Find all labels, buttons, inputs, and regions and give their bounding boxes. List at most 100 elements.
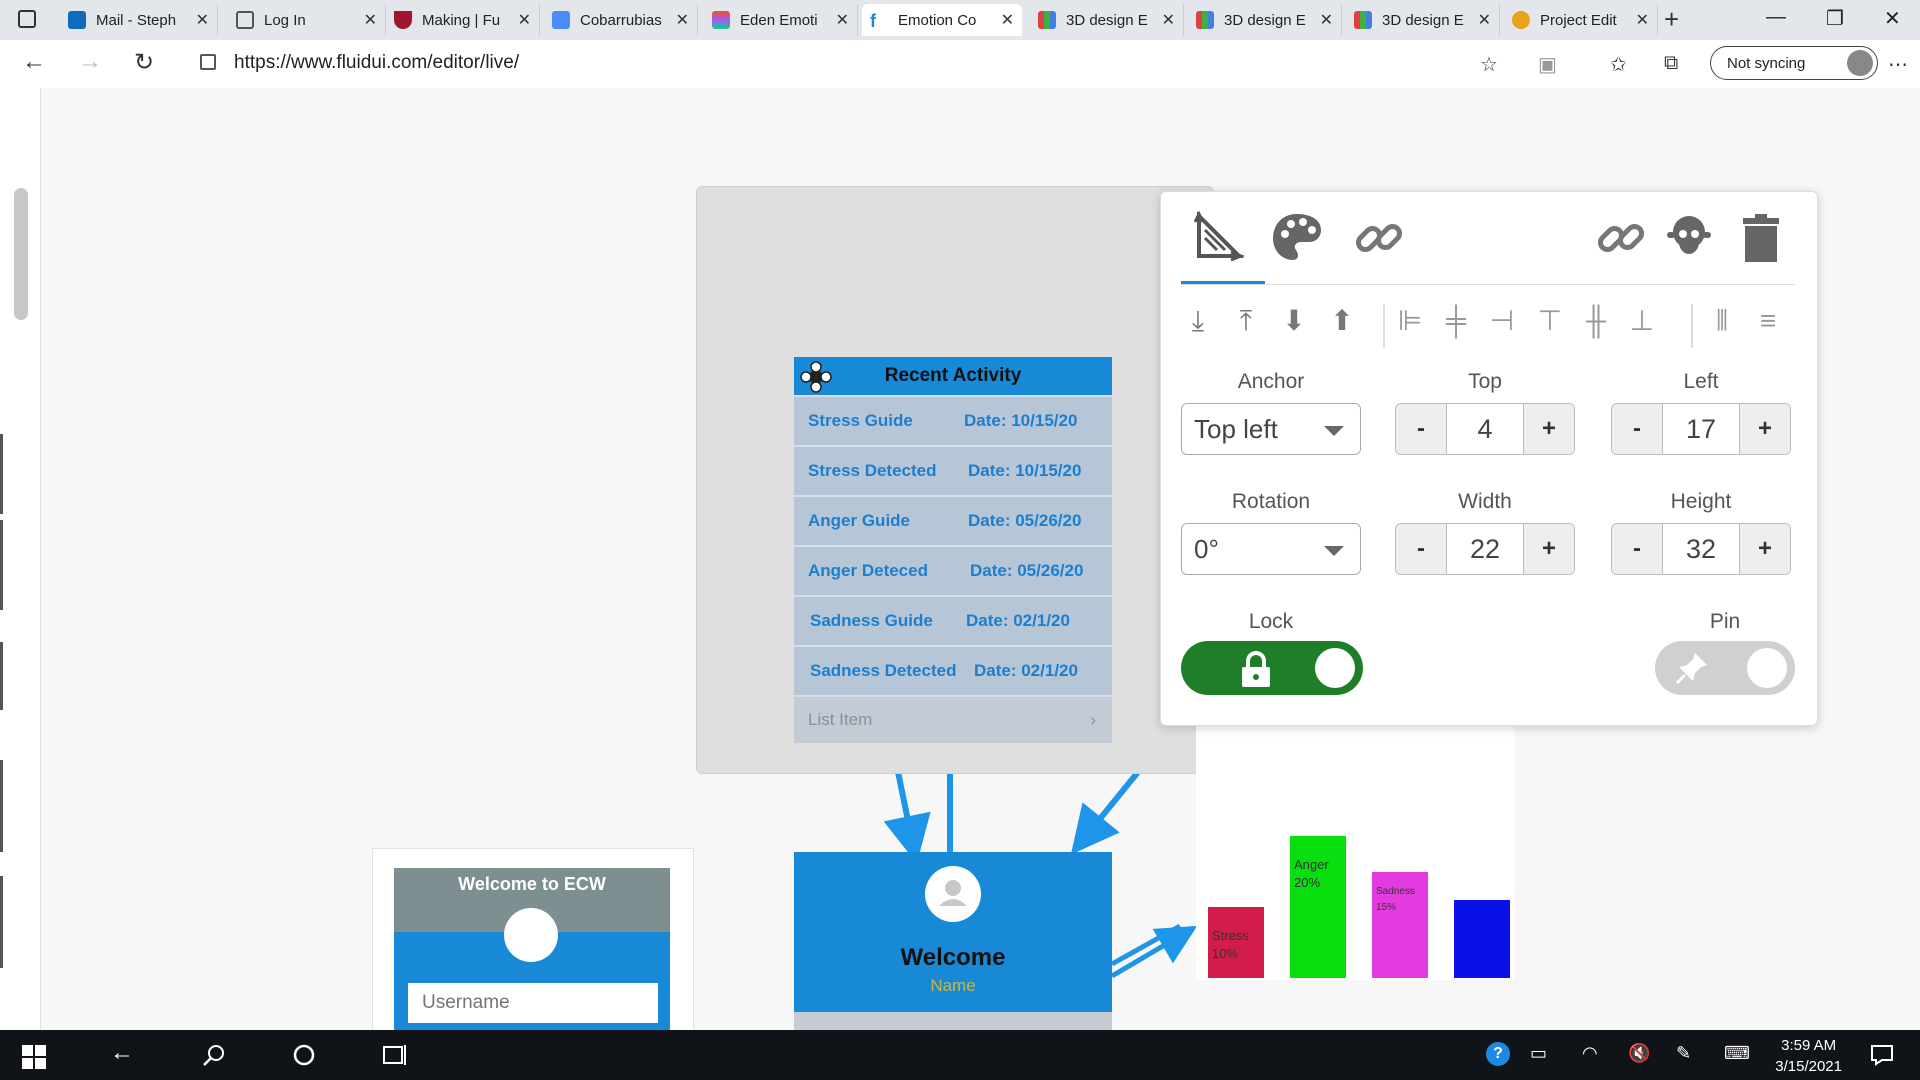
keyboard-icon[interactable]: ⌨: [1724, 1043, 1750, 1064]
volume-muted-icon[interactable]: 🔇: [1628, 1043, 1650, 1064]
height-value[interactable]: 32: [1662, 524, 1740, 574]
chart-bar-stress: Stress 10%: [1208, 907, 1264, 978]
login-screen[interactable]: Welcome to ECW: [394, 868, 670, 1030]
username-input[interactable]: [408, 983, 658, 1023]
list-item[interactable]: Anger Deteced Date: 05/26/20: [794, 545, 1112, 595]
width-value[interactable]: 22: [1446, 524, 1524, 574]
left-value[interactable]: 17: [1662, 404, 1740, 454]
align-bottom-icon[interactable]: ⊥: [1625, 304, 1659, 338]
chart-data-label: Anger 20%: [1294, 857, 1329, 890]
height-increment-button[interactable]: +: [1740, 524, 1790, 574]
align-center-icon[interactable]: ╪: [1439, 304, 1473, 338]
send-backward-icon[interactable]: ⤓: [1181, 304, 1215, 338]
chevron-right-icon: ›: [1090, 710, 1096, 729]
list-header-title: Recent Activity: [884, 365, 1022, 386]
user-avatar-icon: [925, 866, 981, 922]
delete-trash-icon[interactable]: [1733, 210, 1789, 266]
chart-data-label: Sadness 15%: [1376, 885, 1415, 913]
pin-icon: [1675, 653, 1707, 685]
anchor-dropdown[interactable]: Top left: [1181, 403, 1361, 455]
chevron-down-icon: [1324, 546, 1344, 556]
welcome-card[interactable]: Welcome Name: [794, 852, 1112, 1012]
cortana-icon[interactable]: [292, 1043, 316, 1067]
width-stepper[interactable]: - 22 +: [1395, 523, 1575, 575]
windows-start-icon[interactable]: [22, 1045, 46, 1069]
move-down-icon[interactable]: ⬇: [1277, 304, 1311, 338]
left-stepper[interactable]: - 17 +: [1611, 403, 1791, 455]
item-title: Sadness Guide: [810, 611, 933, 630]
align-middle-icon[interactable]: ╫: [1579, 304, 1613, 338]
chevron-down-icon: [1324, 426, 1344, 436]
clock-date: 3/15/2021: [1775, 1058, 1842, 1075]
item-date: Date: 02/1/20: [974, 661, 1078, 680]
move-up-icon[interactable]: ⬆: [1325, 304, 1359, 338]
distribute-horizontal-icon[interactable]: ⦀: [1705, 304, 1739, 338]
back-icon[interactable]: ←: [110, 1039, 134, 1067]
list-item-placeholder[interactable]: List Item ›: [794, 695, 1112, 743]
link-arrow: [883, 771, 931, 864]
wifi-icon[interactable]: ◠: [1582, 1043, 1598, 1064]
lock-toggle[interactable]: [1181, 641, 1363, 695]
pin-label: Pin: [1709, 610, 1741, 633]
windows-taskbar: ← ? ▭ ◠ 🔇 ✎ ⌨ 3:59 AM 3/15/2021: [0, 1030, 1920, 1080]
item-date: Date: 05/26/20: [970, 561, 1084, 580]
rotation-value: 0°: [1194, 533, 1219, 564]
width-increment-button[interactable]: +: [1524, 524, 1574, 574]
recent-activity-list[interactable]: Recent Activity Stress Guide Date: 10/15/…: [794, 357, 1112, 743]
toggle-knob: [1747, 648, 1787, 688]
hide-sheep-icon[interactable]: [1661, 210, 1717, 266]
list-item[interactable]: Stress Guide Date: 10/15/20: [794, 395, 1112, 445]
rotation-dropdown[interactable]: 0°: [1181, 523, 1361, 575]
chart-data-label: Stress 10%: [1212, 928, 1249, 961]
item-title: Stress Guide: [808, 411, 913, 430]
help-icon[interactable]: ?: [1486, 1042, 1510, 1066]
height-stepper[interactable]: - 32 +: [1611, 523, 1791, 575]
list-header: Recent Activity: [794, 357, 1112, 395]
left-decrement-button[interactable]: -: [1612, 404, 1662, 454]
top-value[interactable]: 4: [1446, 404, 1524, 454]
align-top-icon[interactable]: ⊤: [1533, 304, 1567, 338]
search-icon[interactable]: [202, 1043, 226, 1067]
layout-tab-icon[interactable]: [1191, 210, 1247, 266]
chart-card[interactable]: Stress 10% Anger 20% Sadness 15%: [1196, 722, 1514, 980]
task-view-icon[interactable]: [382, 1043, 408, 1067]
list-item[interactable]: Anger Guide Date: 05/26/20: [794, 495, 1112, 545]
list-item[interactable]: Sadness Detected Date: 02/1/20: [794, 645, 1112, 695]
clock[interactable]: 3:59 AM 3/15/2021: [1775, 1035, 1842, 1077]
properties-panel: ⤓ ⤒ ⬇ ⬆ ⊫ ╪ ⊣ ⊤ ╫ ⊥ ⦀ ≡ Anchor Top Left …: [1160, 191, 1818, 726]
width-decrement-button[interactable]: -: [1396, 524, 1446, 574]
pen-icon[interactable]: ✎: [1676, 1043, 1691, 1064]
item-date: Date: 10/15/20: [968, 461, 1082, 480]
welcome-name: Name: [930, 976, 976, 995]
toggle-knob: [1315, 648, 1355, 688]
top-label: Top: [1468, 370, 1502, 393]
list-item[interactable]: Stress Detected Date: 10/15/20: [794, 445, 1112, 495]
rotate-handle-icon[interactable]: [800, 361, 832, 393]
pin-toggle[interactable]: [1655, 641, 1795, 695]
height-decrement-button[interactable]: -: [1612, 524, 1662, 574]
bring-to-front-icon[interactable]: ⤒: [1229, 304, 1263, 338]
top-stepper[interactable]: - 4 +: [1395, 403, 1575, 455]
link-tab-icon[interactable]: [1351, 210, 1407, 266]
chart-bar-sadness: Sadness 15%: [1372, 871, 1428, 978]
distribute-vertical-icon[interactable]: ≡: [1751, 304, 1785, 338]
palette-tab-icon[interactable]: [1269, 210, 1325, 266]
top-decrement-button[interactable]: -: [1396, 404, 1446, 454]
battery-icon[interactable]: ▭: [1530, 1043, 1547, 1064]
left-increment-button[interactable]: +: [1740, 404, 1790, 454]
item-date: Date: 05/26/20: [968, 511, 1082, 530]
notifications-icon[interactable]: [1870, 1044, 1894, 1066]
left-label: Left: [1683, 370, 1719, 393]
link-icon[interactable]: [1593, 210, 1649, 266]
logo-circle: [504, 908, 558, 962]
height-label: Height: [1670, 490, 1732, 513]
list-item[interactable]: Sadness Guide Date: 02/1/20: [794, 595, 1112, 645]
bar-chart: Stress 10% Anger 20% Sadness 15%: [1196, 722, 1514, 980]
lock-icon: [1242, 651, 1270, 687]
top-increment-button[interactable]: +: [1524, 404, 1574, 454]
width-label: Width: [1458, 490, 1512, 513]
link-arrow: [1070, 770, 1141, 855]
align-left-icon[interactable]: ⊫: [1393, 304, 1427, 338]
align-right-icon[interactable]: ⊣: [1485, 304, 1519, 338]
item-title: Sadness Detected: [810, 661, 957, 680]
